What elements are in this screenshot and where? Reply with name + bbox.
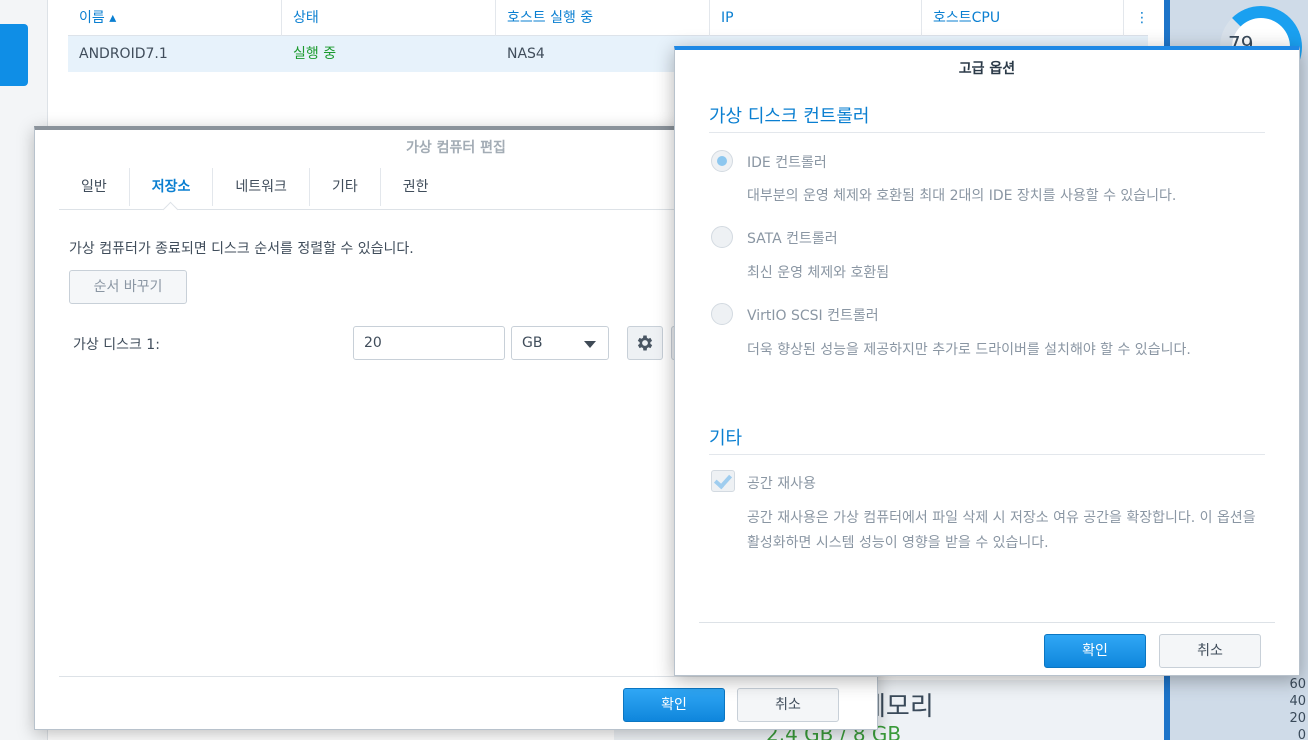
sata-controller-label[interactable]: SATA 컨트롤러 — [747, 228, 838, 248]
cancel-button[interactable]: 취소 — [1159, 634, 1261, 668]
chart-tick: 20 — [1289, 711, 1306, 726]
chart-ticks: 60 40 20 0 — [1262, 676, 1306, 740]
ok-button[interactable]: 확인 — [623, 688, 725, 722]
column-header-name[interactable]: 이름 ▴ — [68, 0, 282, 36]
tab-general[interactable]: 일반 — [59, 168, 130, 206]
disk-size-input[interactable] — [353, 326, 505, 360]
advanced-options-dialog: 고급 옵션 가상 디스크 컨트롤러 IDE 컨트롤러 대부분의 운영 체제와 호… — [674, 46, 1300, 676]
tab-permissions[interactable]: 권한 — [381, 168, 451, 206]
vm-status-cell: 실행 중 — [293, 46, 337, 62]
space-reclaim-label[interactable]: 공간 재사용 — [747, 473, 816, 493]
column-options-icon[interactable]: ⋮ — [1124, 0, 1149, 36]
chevron-down-icon — [584, 341, 596, 348]
ide-controller-label[interactable]: IDE 컨트롤러 — [747, 152, 827, 172]
disk-unit-value: GB — [522, 335, 543, 351]
sata-controller-desc: 최신 운영 체제와 호환됨 — [747, 265, 890, 281]
cancel-button[interactable]: 취소 — [737, 688, 839, 722]
virtio-controller-desc: 더욱 향상된 성능을 제공하지만 추가로 드라이버를 설치해야 할 수 있습니다… — [747, 342, 1191, 358]
disk-settings-button[interactable] — [627, 326, 663, 360]
column-header-ip[interactable]: IP — [710, 0, 922, 36]
dialog-footer-divider — [699, 622, 1275, 623]
active-nav-indicator[interactable] — [0, 24, 28, 86]
storage-description: 가상 컴퓨터가 종료되면 디스크 순서를 정렬할 수 있습니다. — [69, 241, 414, 257]
dialog-title[interactable]: 고급 옵션 — [675, 50, 1299, 88]
gear-icon — [637, 335, 653, 351]
vm-name-cell: ANDROID7.1 — [79, 46, 168, 62]
ide-controller-radio[interactable] — [711, 150, 733, 172]
ok-button[interactable]: 확인 — [1044, 634, 1146, 668]
space-reclaim-checkbox[interactable] — [711, 470, 735, 492]
space-reclaim-desc: 공간 재사용은 가상 컴퓨터에서 파일 삭제 시 저장소 여유 공간을 확장합니… — [747, 510, 1256, 551]
checkmark-icon — [713, 470, 733, 490]
column-header-status[interactable]: 상태 — [282, 0, 496, 36]
chart-tick: 60 — [1289, 677, 1306, 692]
virtio-controller-label[interactable]: VirtIO SCSI 컨트롤러 — [747, 305, 879, 325]
disk-unit-select[interactable]: GB — [511, 326, 609, 360]
virtual-disk-label: 가상 디스크 1: — [73, 337, 160, 353]
tab-network[interactable]: 네트워크 — [213, 168, 310, 206]
chart-tick: 0 — [1297, 728, 1306, 740]
section-divider — [709, 454, 1265, 455]
column-header-host[interactable]: 호스트 실행 중 — [496, 0, 710, 36]
sata-controller-radio[interactable] — [711, 226, 733, 248]
other-section-title: 기타 — [709, 428, 743, 449]
dialog-footer-divider — [59, 676, 879, 677]
tab-other[interactable]: 기타 — [310, 168, 381, 206]
ide-controller-desc: 대부분의 운영 체제와 호환됨 최대 2대의 IDE 장치를 사용할 수 있습니… — [747, 188, 1177, 204]
chart-tick: 40 — [1289, 694, 1306, 709]
section-divider — [709, 132, 1265, 133]
column-header-host-cpu[interactable]: 호스트CPU — [922, 0, 1124, 36]
tab-storage[interactable]: 저장소 — [130, 168, 214, 206]
virtio-controller-radio[interactable] — [711, 303, 733, 325]
vm-table-header: 이름 ▴ 상태 호스트 실행 중 IP 호스트CPU ⋮ — [68, 0, 1149, 36]
controller-section-title: 가상 디스크 컨트롤러 — [709, 106, 870, 127]
reorder-button[interactable]: 순서 바꾸기 — [69, 270, 187, 304]
